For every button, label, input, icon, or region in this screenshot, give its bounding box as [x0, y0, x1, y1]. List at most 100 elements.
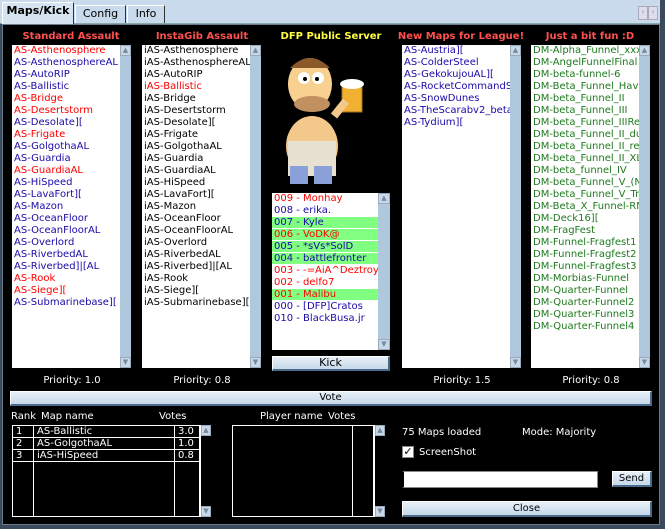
- map-list-item[interactable]: AS-Asthenosphere: [12, 45, 120, 57]
- map-list-item[interactable]: iAS-LavaFort][: [142, 189, 250, 201]
- map-list-item[interactable]: AS-Austria][: [402, 45, 510, 57]
- map-list-item[interactable]: DM-beta_Funnel_IIIRem: [531, 117, 639, 129]
- map-list-item[interactable]: AS-Frigate: [12, 129, 120, 141]
- ranking-scrollbar[interactable]: ▲ ▼: [200, 425, 211, 517]
- map-list-item[interactable]: DM-Beta_Funnel_Have-: [531, 81, 639, 93]
- screenshot-checkbox[interactable]: ✓: [402, 446, 414, 458]
- tab-config[interactable]: Config: [75, 5, 126, 23]
- player-list-item[interactable]: 003 - -=AiA^Deztroyer=: [272, 265, 378, 277]
- map-list-item[interactable]: DM-beta_Funnel_II_XL: [531, 153, 639, 165]
- map-list-fun[interactable]: DM-Alpha_Funnel_xxxiv DM-AngelFunnelFinal…: [531, 45, 650, 368]
- map-list-new-maps[interactable]: AS-Austria][AS-ColderSteel AS-GekokujouAL…: [402, 45, 521, 368]
- map-list-item[interactable]: iAS-Mazon: [142, 201, 250, 213]
- map-list-item[interactable]: AS-Desolate][: [12, 117, 120, 129]
- map-list-item[interactable]: AS-GuardiaAL: [12, 165, 120, 177]
- map-list-item[interactable]: AS-TheScarabv2_beta: [402, 105, 510, 117]
- player-list-item[interactable]: 001 - Malibu: [272, 289, 378, 301]
- scroll-up-icon[interactable]: ▲: [120, 45, 131, 56]
- map-list-item[interactable]: AS-GekokujouAL][: [402, 69, 510, 81]
- map-list-scrollbar[interactable]: ▲ ▼: [250, 45, 261, 368]
- map-list-item[interactable]: iAS-Siege][: [142, 285, 250, 297]
- map-list-item[interactable]: DM-Quarter-Funnel3: [531, 309, 639, 321]
- map-list-item[interactable]: iAS-Frigate: [142, 129, 250, 141]
- send-button[interactable]: Send: [612, 471, 652, 487]
- map-list-item[interactable]: DM-FragFest: [531, 225, 639, 237]
- map-list-item[interactable]: AS-RiverbedAL: [12, 249, 120, 261]
- tab-scroll-left-icon[interactable]: ‹: [638, 6, 648, 20]
- map-list-item[interactable]: iAS-GuardiaAL: [142, 165, 250, 177]
- scroll-down-icon[interactable]: ▼: [120, 357, 131, 368]
- map-list-scrollbar[interactable]: ▲ ▼: [639, 45, 650, 368]
- map-list-item[interactable]: iAS-Overlord: [142, 237, 250, 249]
- player-list-item[interactable]: 005 - *sVs*SolD: [272, 241, 378, 253]
- player-list-scrollbar[interactable]: ▲ ▼: [378, 193, 390, 350]
- tab-scroll-right-icon[interactable]: ›: [648, 6, 658, 20]
- ranking-row[interactable]: 3 iAS-HiSpeed 0.8: [12, 449, 200, 462]
- map-list-item[interactable]: DM-beta-funnel-6: [531, 69, 639, 81]
- map-list-item[interactable]: DM-Funnel-Fragfest3: [531, 261, 639, 273]
- map-list-item[interactable]: AS-SnowDunes: [402, 93, 510, 105]
- map-list-item[interactable]: AS-Ballistic: [12, 81, 120, 93]
- map-list-item[interactable]: AS-AutoRIP: [12, 69, 120, 81]
- map-list-item[interactable]: AS-Tydium][: [402, 117, 510, 129]
- map-list-item[interactable]: DM-Morbias-Funnel: [531, 273, 639, 285]
- map-list-item[interactable]: AS-LavaFort][: [12, 189, 120, 201]
- map-list-item[interactable]: AS-GolgothaAL: [12, 141, 120, 153]
- map-list-item[interactable]: AS-OceanFloor: [12, 213, 120, 225]
- map-list-item[interactable]: iAS-Desertstorm: [142, 105, 250, 117]
- map-list-item[interactable]: DM-Quarter-Funnel2: [531, 297, 639, 309]
- map-list-item[interactable]: iAS-Guardia: [142, 153, 250, 165]
- scroll-up-icon[interactable]: ▲: [639, 45, 650, 56]
- map-list-item[interactable]: DM-Alpha_Funnel_xxxiv: [531, 45, 639, 57]
- map-list-instagib[interactable]: iAS-Asthenosphere iAS-AsthenosphereAL iAS-…: [142, 45, 261, 368]
- player-list-item[interactable]: 000 - [DFP]Cratos: [272, 301, 378, 313]
- scroll-down-icon[interactable]: ▼: [250, 357, 261, 368]
- map-list-item[interactable]: iAS-Desolate][: [142, 117, 250, 129]
- ranking-row[interactable]: 2 AS-GolgothaAL 1.0: [12, 437, 200, 450]
- map-list-item[interactable]: iAS-AsthenosphereAL: [142, 57, 250, 69]
- map-list-item[interactable]: DM-Funnel-Fragfest2: [531, 249, 639, 261]
- tab-info[interactable]: Info: [127, 5, 165, 23]
- map-list-item[interactable]: AS-HiSpeed: [12, 177, 120, 189]
- scroll-down-icon[interactable]: ▼: [375, 506, 385, 517]
- player-votes-table[interactable]: [232, 425, 374, 517]
- player-list-item[interactable]: 004 - battlefronter: [272, 253, 378, 265]
- vote-button[interactable]: Vote: [10, 391, 652, 406]
- map-list-item[interactable]: AS-ColderSteel: [402, 57, 510, 69]
- tab-maps-kick[interactable]: Maps/Kick: [2, 2, 74, 24]
- map-list-item[interactable]: DM-beta_Funnel_II: [531, 93, 639, 105]
- map-list-item[interactable]: DM-Funnel-Fragfest1: [531, 237, 639, 249]
- map-list-item[interactable]: DM-Beta_X_Funnel-RMX: [531, 201, 639, 213]
- map-list-item[interactable]: iAS-Riverbed]|[AL: [142, 261, 250, 273]
- map-list-item[interactable]: iAS-OceanFloorAL: [142, 225, 250, 237]
- player-votes-scrollbar[interactable]: ▲ ▼: [374, 425, 385, 517]
- player-list-item[interactable]: 010 - BlackBusa.jr: [272, 313, 378, 325]
- map-list-item[interactable]: DM-AngelFunnelFinal: [531, 57, 639, 69]
- scroll-up-icon[interactable]: ▲: [201, 425, 211, 436]
- player-list-item[interactable]: 006 - VoDK@: [272, 229, 378, 241]
- map-list-item[interactable]: DM-beta_funnel_IV: [531, 165, 639, 177]
- scroll-down-icon[interactable]: ▼: [201, 506, 211, 517]
- scroll-down-icon[interactable]: ▼: [378, 339, 390, 350]
- map-list-item[interactable]: AS-Mazon: [12, 201, 120, 213]
- map-list-item[interactable]: iAS-OceanFloor: [142, 213, 250, 225]
- scroll-up-icon[interactable]: ▲: [250, 45, 261, 56]
- map-list-item[interactable]: AS-Submarinebase][: [12, 297, 120, 309]
- map-list-item[interactable]: iAS-AutoRIP: [142, 69, 250, 81]
- map-list-item[interactable]: DM-beta_Funnel_II_dua: [531, 129, 639, 141]
- map-list-item[interactable]: iAS-Ballistic: [142, 81, 250, 93]
- map-list-item[interactable]: AS-Bridge: [12, 93, 120, 105]
- scroll-up-icon[interactable]: ▲: [510, 45, 521, 56]
- scroll-down-icon[interactable]: ▼: [639, 357, 650, 368]
- map-list-scrollbar[interactable]: ▲ ▼: [120, 45, 131, 368]
- ranking-table[interactable]: 1 AS-Ballistic 3.0 2 AS-GolgothaAL 1.0 3 iAS-Hi…: [12, 425, 200, 517]
- map-list-standard[interactable]: AS-Asthenosphere AS-AsthenosphereAL AS-Aut…: [12, 45, 131, 368]
- kick-button[interactable]: Kick: [272, 356, 390, 371]
- map-list-item[interactable]: iAS-RiverbedAL: [142, 249, 250, 261]
- map-list-scrollbar[interactable]: ▲ ▼: [510, 45, 521, 368]
- map-list-item[interactable]: AS-Guardia: [12, 153, 120, 165]
- map-list-item[interactable]: AS-AsthenosphereAL: [12, 57, 120, 69]
- map-list-item[interactable]: DM-beta_Funnel_III: [531, 105, 639, 117]
- player-list-item[interactable]: 002 - delfo7: [272, 277, 378, 289]
- chat-input[interactable]: [402, 471, 598, 488]
